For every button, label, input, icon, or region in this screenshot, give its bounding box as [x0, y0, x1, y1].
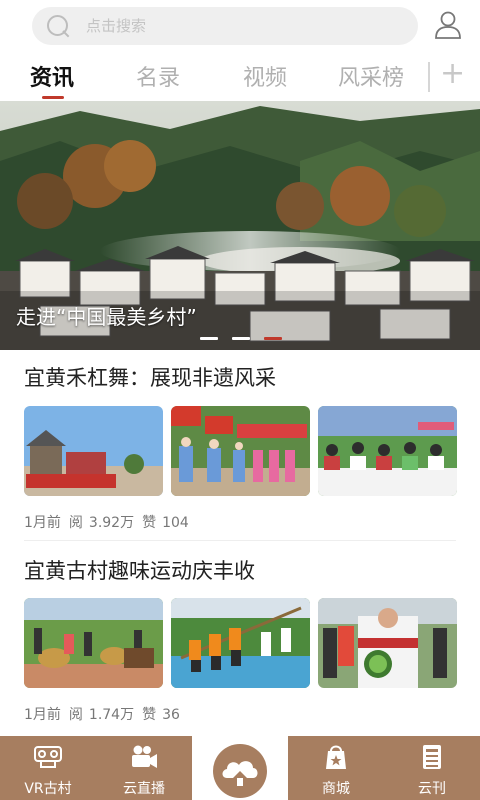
nav-label: VR古村: [24, 781, 72, 797]
nav-label: 商城: [322, 781, 350, 797]
article-meta: 1月前阅 1.74万赞 36: [24, 704, 188, 724]
article-thumbnails: [24, 406, 457, 496]
article-thumbnail[interactable]: [171, 406, 310, 496]
nav-label: 云刊: [418, 781, 446, 797]
banner-carousel[interactable]: 走进“中国最美乡村”: [0, 101, 480, 350]
magazine-icon: [423, 745, 441, 769]
tab-ranking[interactable]: 风采榜: [338, 60, 404, 92]
article-likes: 36: [162, 707, 180, 723]
article-time: 1月前: [24, 515, 61, 531]
article-thumbnail[interactable]: [171, 598, 310, 688]
user-icon: [435, 11, 461, 39]
tab-video[interactable]: 视频: [243, 60, 287, 92]
likes-label: 赞: [142, 707, 157, 723]
article-likes: 104: [162, 515, 189, 531]
nav-vr-village[interactable]: VR古村: [3, 736, 93, 800]
reads-label: 阅: [68, 515, 83, 531]
article-thumbnails: [24, 598, 457, 688]
search-icon: [46, 14, 70, 38]
carousel-dot: [200, 337, 218, 340]
user-profile-button[interactable]: [432, 9, 464, 41]
article-meta: 1月前阅 3.92万赞 104: [24, 512, 197, 532]
likes-label: 赞: [142, 515, 157, 531]
shopping-bag-icon: [326, 745, 346, 769]
article-reads: 3.92万: [88, 515, 135, 531]
active-tab-indicator: [42, 96, 64, 99]
nav-label: 云直播: [123, 781, 165, 797]
tab-divider: [428, 62, 430, 92]
add-tab-button[interactable]: +: [440, 56, 465, 92]
carousel-dot-active: [264, 337, 282, 340]
reads-label: 阅: [68, 707, 83, 723]
tab-directory[interactable]: 名录: [136, 60, 180, 92]
vr-glasses-icon: [34, 746, 62, 768]
banner-caption: 走进“中国最美乡村”: [16, 305, 197, 329]
carousel-dot: [232, 337, 250, 340]
video-camera-icon: [132, 745, 157, 768]
carousel-indicator: [200, 337, 282, 340]
article-thumbnail[interactable]: [318, 406, 457, 496]
article-card[interactable]: 宜黄禾杠舞：展现非遗风采 1月前 阅 3.92万 赞 104: [24, 362, 457, 532]
home-center-button[interactable]: [213, 744, 267, 798]
cloud-home-icon: [222, 761, 258, 786]
tab-news[interactable]: 资讯: [30, 60, 74, 92]
search-input[interactable]: [86, 17, 386, 35]
article-card[interactable]: 宜黄古村趣味运动庆丰收 1月前 阅 1.74万 赞 36: [24, 555, 457, 725]
divider: [24, 540, 456, 541]
article-thumbnail[interactable]: [24, 406, 163, 496]
article-thumbnail[interactable]: [24, 598, 163, 688]
article-title[interactable]: 宜黄禾杠舞：展现非遗风采: [24, 362, 456, 392]
article-reads: 1.74万: [88, 707, 135, 723]
article-title[interactable]: 宜黄古村趣味运动庆丰收: [24, 555, 456, 585]
category-tabs: 资讯 名录 视频 风采榜 +: [0, 52, 480, 100]
nav-live[interactable]: 云直播: [99, 736, 189, 800]
nav-magazine[interactable]: 云刊: [387, 736, 477, 800]
nav-mall[interactable]: 商城: [291, 736, 381, 800]
top-bar: [0, 0, 480, 52]
search-bar[interactable]: [32, 7, 418, 45]
article-thumbnail[interactable]: [318, 598, 457, 688]
article-time: 1月前: [24, 707, 61, 723]
